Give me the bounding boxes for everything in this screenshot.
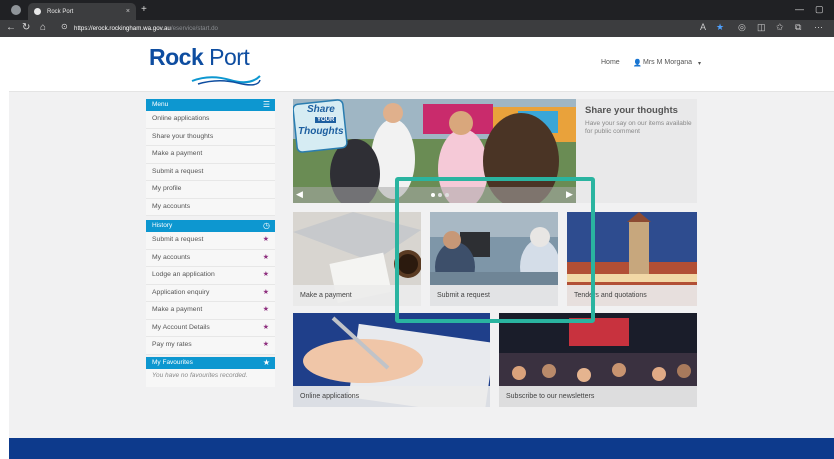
share-sign-line3: Thoughts xyxy=(298,126,344,137)
history-item[interactable]: Pay my rates ★ xyxy=(146,337,275,355)
history-item-label: Make a payment xyxy=(152,306,203,313)
favourites-empty-text: You have no favourites recorded. xyxy=(146,369,275,387)
site-header xyxy=(9,37,834,92)
logo-text-bold: Rock xyxy=(149,44,204,70)
site-footer xyxy=(9,438,834,459)
highlight-box xyxy=(395,177,595,323)
browser-tab[interactable]: Rock Port × xyxy=(28,3,136,20)
menu-panel: Menu ☰ Online applications Share your th… xyxy=(146,99,275,216)
history-item-label: Lodge an application xyxy=(152,271,215,278)
user-icon: 👤 xyxy=(633,60,642,67)
menu-title: Menu xyxy=(152,101,169,108)
user-menu[interactable]: Mrs M Morgana xyxy=(643,59,692,66)
menu-item-submit-a-request[interactable]: Submit a request xyxy=(146,163,275,181)
menu-header: Menu ☰ xyxy=(146,99,275,111)
more-menu-icon[interactable]: ⋯ xyxy=(814,22,823,33)
logo-text-light: Port xyxy=(209,44,250,70)
history-item-label: Submit a request xyxy=(152,236,204,243)
read-aloud-icon[interactable]: A xyxy=(700,22,706,32)
share-sign-line2: YOUR xyxy=(315,117,337,123)
favourites-panel: My Favourites ★ You have no favourites r… xyxy=(146,357,275,387)
menu-item-make-a-payment[interactable]: Make a payment xyxy=(146,146,275,164)
add-favourite-star-icon[interactable]: ★ xyxy=(263,302,269,319)
new-tab-button[interactable]: + xyxy=(141,4,147,15)
history-item-label: Application enquiry xyxy=(152,288,210,296)
url-path: /eservice/start.do xyxy=(170,25,218,32)
favorites-bar-icon[interactable]: ✩ xyxy=(776,22,784,33)
history-item-label: My accounts xyxy=(152,253,191,261)
history-item[interactable]: My Account Details ★ xyxy=(146,319,275,337)
favicon-icon xyxy=(34,8,41,15)
site-logo[interactable]: Rock Port xyxy=(149,44,250,71)
split-screen-icon[interactable]: ◫ xyxy=(757,22,766,33)
home-icon[interactable]: ⌂ xyxy=(40,22,46,33)
tab-title: Rock Port xyxy=(47,8,74,15)
history-item[interactable]: Lodge an application ★ xyxy=(146,267,275,285)
add-favourite-star-icon[interactable]: ★ xyxy=(263,250,269,267)
collections-icon[interactable]: ⧉ xyxy=(795,22,801,33)
tab-close-icon[interactable]: × xyxy=(126,8,130,15)
lock-icon: ⊙ xyxy=(61,22,68,31)
menu-item-online-applications[interactable]: Online applications xyxy=(146,111,275,129)
share-thoughts-title: Share your thoughts xyxy=(585,105,678,116)
history-header: History ◷ xyxy=(146,220,275,232)
favorite-star-icon[interactable]: ★ xyxy=(716,22,724,33)
share-thoughts-text: Have your say on our items available for… xyxy=(585,120,692,135)
add-favourite-star-icon[interactable]: ★ xyxy=(263,232,269,249)
favourites-header: My Favourites ★ xyxy=(146,357,275,369)
clock-icon: ◷ xyxy=(263,221,270,230)
menu-item-my-accounts[interactable]: My accounts xyxy=(146,198,275,216)
nav-home-link[interactable]: Home xyxy=(601,59,620,66)
tile-caption: Subscribe to our newsletters xyxy=(499,386,697,407)
minimize-button[interactable]: — xyxy=(795,4,804,14)
history-item-label: My Account Details xyxy=(152,323,210,331)
history-item[interactable]: My accounts ★ xyxy=(146,249,275,267)
history-panel: History ◷ Submit a request ★ My accounts ★… xyxy=(146,220,275,355)
url-input[interactable]: https://erock.rockingham.wa.gov.au/eserv… xyxy=(74,22,684,35)
menu-item-share-your-thoughts[interactable]: Share your thoughts xyxy=(146,128,275,146)
add-favourite-star-icon[interactable]: ★ xyxy=(263,337,269,354)
maximize-button[interactable]: ▢ xyxy=(815,4,824,15)
history-item[interactable]: Make a payment ★ xyxy=(146,302,275,320)
carousel-prev-icon[interactable]: ◀ xyxy=(296,189,303,200)
tile-subscribe-newsletters[interactable]: Subscribe to our newsletters xyxy=(499,313,697,407)
back-icon[interactable]: ← xyxy=(6,22,16,33)
profile-icon[interactable] xyxy=(11,5,21,15)
star-icon: ★ xyxy=(262,358,270,367)
add-favourite-star-icon[interactable]: ★ xyxy=(263,285,269,302)
tile-online-applications[interactable]: Online applications xyxy=(293,313,490,407)
history-item-label: Pay my rates xyxy=(152,341,192,348)
logo-wave-icon xyxy=(191,75,261,86)
add-favourite-star-icon[interactable]: ★ xyxy=(263,320,269,337)
hamburger-icon[interactable]: ☰ xyxy=(263,99,270,111)
extension-icon[interactable]: ◎ xyxy=(738,22,746,33)
favourites-title: My Favourites xyxy=(152,359,193,366)
user-menu-caret-icon[interactable]: ▾ xyxy=(698,60,701,67)
refresh-icon[interactable]: ↻ xyxy=(22,22,30,33)
menu-item-my-profile[interactable]: My profile xyxy=(146,181,275,199)
tile-caption: Online applications xyxy=(293,386,490,407)
history-title: History xyxy=(152,222,173,229)
share-sign-line1: Share xyxy=(307,104,335,115)
history-item[interactable]: Submit a request ★ xyxy=(146,232,275,250)
add-favourite-star-icon[interactable]: ★ xyxy=(263,267,269,284)
history-item[interactable]: Application enquiry ★ xyxy=(146,284,275,302)
url-host: https://erock.rockingham.wa.gov.au xyxy=(74,25,171,32)
